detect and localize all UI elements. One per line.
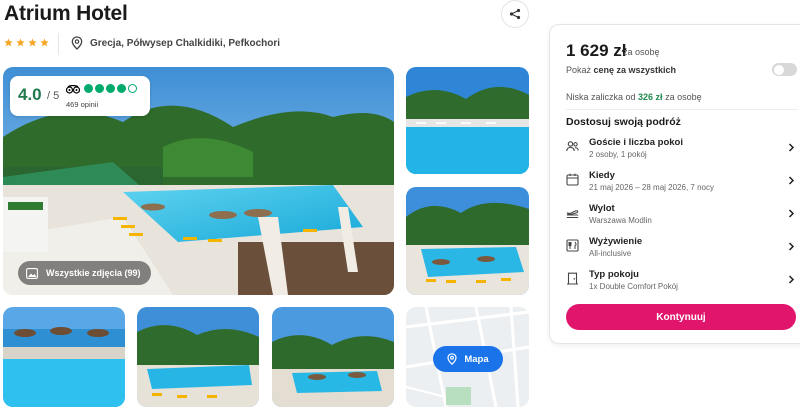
chevron-right-icon [788, 275, 795, 284]
option-label: Wylot [589, 203, 615, 214]
hotel-title: Atrium Hotel [4, 2, 128, 25]
option-departure[interactable]: Wylot Warszawa Modlin [566, 203, 798, 233]
tripadvisor-icon [66, 85, 80, 94]
deposit-info: Niska zaliczka od 326 zł za osobę [566, 92, 702, 102]
star-icon [16, 38, 25, 47]
map-label: Mapa [464, 353, 489, 365]
chevron-right-icon [788, 143, 795, 152]
option-dates[interactable]: Kiedy 21 maj 2026 – 28 maj 2026, 7 nocy [566, 170, 798, 200]
option-label: Kiedy [589, 170, 615, 181]
rating-max: / 5 [47, 90, 60, 102]
share-icon [509, 8, 521, 20]
divider [58, 33, 59, 55]
option-value: All-inclusive [589, 249, 632, 258]
calendar-icon [566, 173, 579, 186]
hotel-location: Grecja, Półwysep Chalkidiki, Pefkochori [90, 38, 281, 49]
map-button[interactable]: Mapa [433, 346, 503, 372]
all-photos-button[interactable]: Wszystkie zdjęcia (99) [18, 261, 151, 285]
option-label: Typ pokoju [589, 269, 639, 280]
map-pin-icon [447, 353, 457, 365]
option-value: Warszawa Modlin [589, 216, 652, 225]
option-room-type[interactable]: Typ pokoju 1x Double Comfort Pokój [566, 269, 798, 299]
pool-photo-3[interactable] [3, 307, 125, 407]
option-label: Wyżywienie [589, 236, 643, 247]
option-board[interactable]: Wyżywienie All-inclusive [566, 236, 798, 266]
rating-card[interactable]: 4.0 / 5 469 opinii [10, 76, 150, 116]
star-icon [28, 38, 37, 47]
option-guests[interactable]: Goście i liczba pokoi 2 osoby, 1 pokój [566, 137, 798, 167]
deposit-amount: 326 zł [638, 92, 663, 102]
guests-icon [566, 141, 579, 152]
total-price-toggle[interactable] [772, 63, 797, 76]
price-per-person: za osobę [623, 47, 660, 57]
option-value: 1x Double Comfort Pokój [589, 282, 678, 291]
location-pin-icon [71, 36, 83, 50]
plane-icon [566, 210, 579, 218]
booking-panel: 1 629 zł za osobę Pokaż cenę za wszystki… [549, 24, 800, 344]
option-label: Goście i liczba pokoi [589, 137, 683, 148]
star-icon [40, 38, 49, 47]
deposit-suffix: za osobę [662, 92, 702, 102]
continue-button[interactable]: Kontynuuj [566, 304, 796, 330]
price: 1 629 zł [566, 41, 627, 60]
chevron-right-icon [788, 242, 795, 251]
rating-dot [84, 84, 93, 93]
option-value: 21 maj 2026 – 28 maj 2026, 7 nocy [589, 183, 714, 192]
rating-score: 4.0 [18, 85, 42, 104]
meal-icon [566, 239, 579, 252]
pool-photo-1[interactable] [406, 67, 529, 174]
hotel-stars [4, 38, 49, 47]
chevron-right-icon [788, 176, 795, 185]
share-button[interactable] [501, 0, 529, 28]
pool-photo-4[interactable] [137, 307, 259, 407]
pool-photo-5[interactable] [272, 307, 394, 407]
toggle-bold: cenę za wszystkich [593, 65, 677, 75]
divider [566, 109, 798, 110]
gallery-icon [26, 267, 38, 279]
all-photos-label: Wszystkie zdjęcia (99) [46, 268, 141, 278]
customize-title: Dostosuj swoją podróż [566, 116, 681, 128]
star-icon [4, 38, 13, 47]
rating-dot [128, 84, 137, 93]
chevron-right-icon [788, 209, 795, 218]
door-icon [567, 272, 578, 285]
price-toggle-label: Pokaż cenę za wszystkich [566, 65, 676, 75]
deposit-prefix: Niska zaliczka od [566, 92, 639, 102]
toggle-prefix: Pokaż [566, 65, 594, 75]
option-value: 2 osoby, 1 pokój [589, 150, 647, 159]
rating-dot [106, 84, 115, 93]
review-count[interactable]: 469 opinii [66, 100, 98, 109]
rating-dot [117, 84, 126, 93]
rating-dot [95, 84, 104, 93]
rating-dots [84, 84, 137, 93]
pool-photo-2[interactable] [406, 187, 529, 295]
